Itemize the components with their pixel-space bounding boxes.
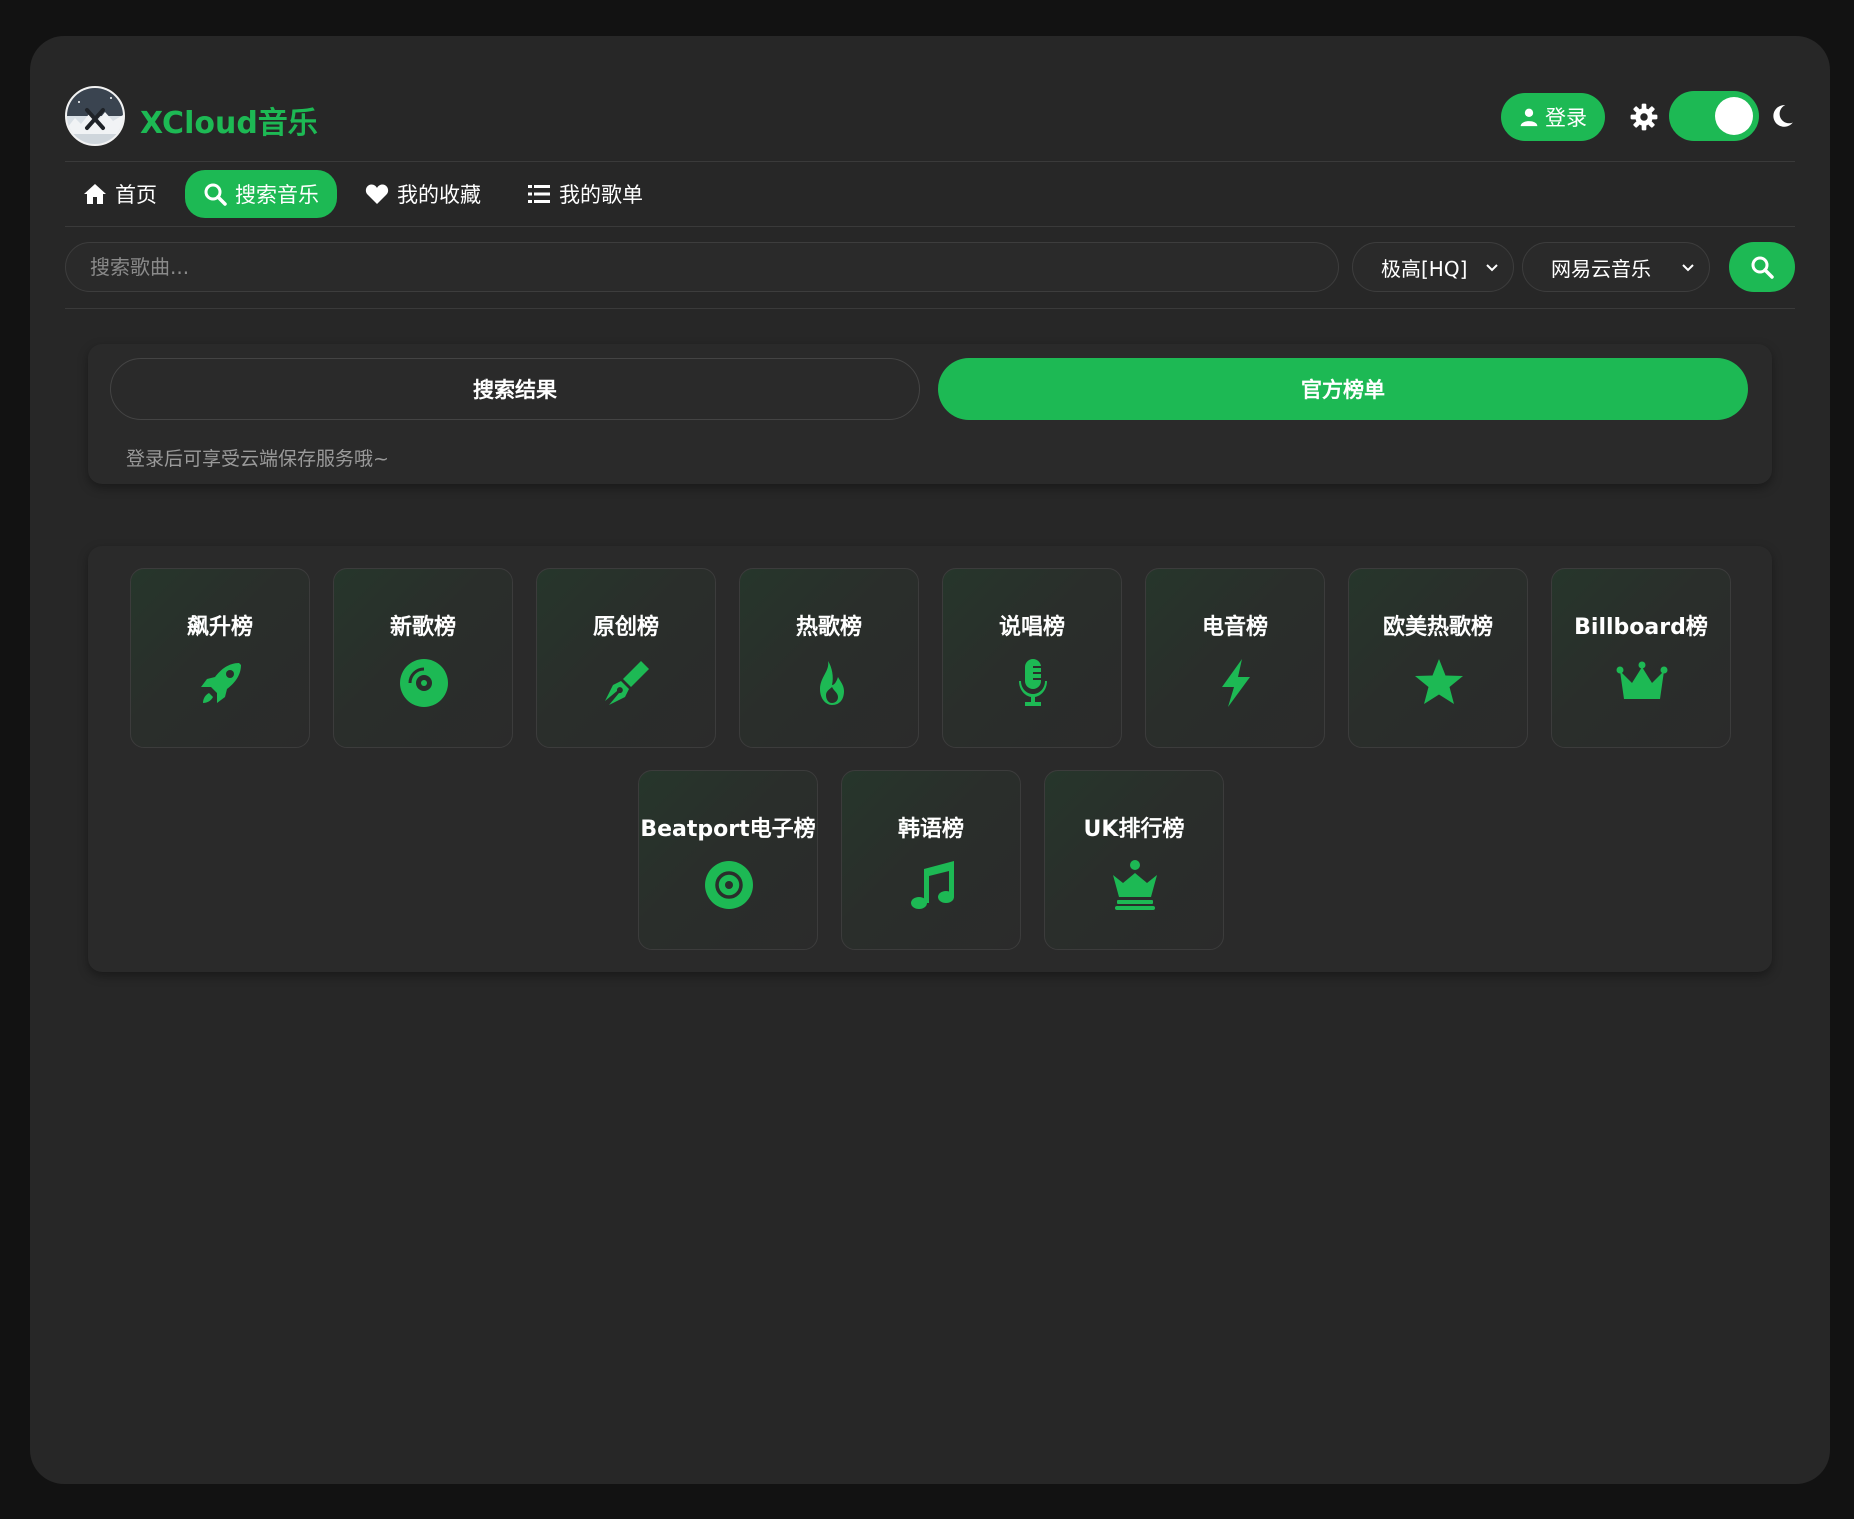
search-input[interactable] — [65, 242, 1339, 292]
chart-tile-soaring[interactable]: 飙升榜 — [130, 568, 310, 748]
chart-label: Billboard榜 — [1574, 615, 1708, 640]
list-icon — [528, 185, 550, 203]
chart-label: 原创榜 — [592, 615, 659, 640]
chart-tile-billboard[interactable]: Billboard榜 — [1551, 568, 1731, 748]
chart-tile-beatport[interactable]: Beatport电子榜 — [638, 770, 818, 950]
crown-icon — [1616, 657, 1668, 709]
app-logo[interactable] — [65, 86, 125, 146]
chart-label: Beatport电子榜 — [640, 817, 816, 842]
chart-tile-hot[interactable]: 热歌榜 — [739, 568, 919, 748]
gear-icon[interactable] — [1630, 103, 1658, 131]
moon-icon[interactable] — [1769, 103, 1795, 129]
source-select[interactable]: 网易云音乐 — [1522, 242, 1710, 292]
nav-label-playlists: 我的歌单 — [559, 183, 643, 207]
header: XCloud音乐 登录 — [65, 86, 1795, 148]
toggle-knob — [1715, 97, 1753, 135]
chart-tile-uk[interactable]: UK排行榜 — [1044, 770, 1224, 950]
nav-item-home[interactable]: 首页 — [65, 170, 175, 218]
quality-select[interactable]: 极高[HQ] — [1352, 242, 1514, 292]
chart-label: 新歌榜 — [389, 615, 456, 640]
home-icon — [84, 184, 106, 204]
search-icon — [1751, 256, 1774, 279]
chart-tile-electronic[interactable]: 电音榜 — [1145, 568, 1325, 748]
nav-label-home: 首页 — [115, 183, 157, 207]
nav-label-favorites: 我的收藏 — [397, 183, 481, 207]
chart-label: 欧美热歌榜 — [1382, 615, 1493, 640]
user-icon — [1520, 108, 1538, 127]
chess-queen-icon — [1109, 859, 1161, 911]
nav-item-search[interactable]: 搜索音乐 — [185, 170, 337, 218]
app-window: XCloud音乐 登录 首页 搜索音乐 我的收藏 我的歌单 搜索歌曲... 极高… — [30, 36, 1830, 1484]
chevron-down-icon — [1486, 264, 1498, 272]
chart-tile-western[interactable]: 欧美热歌榜 — [1348, 568, 1528, 748]
star-icon — [1413, 657, 1465, 709]
main-nav: 首页 搜索音乐 我的收藏 我的歌单 — [65, 170, 661, 218]
chart-label: 说唱榜 — [998, 615, 1065, 640]
nav-divider — [65, 226, 1795, 227]
charts-grid: 飙升榜 新歌榜 原创榜 热歌榜 说唱榜 电音榜 欧美热歌榜 Billboard榜… — [88, 546, 1772, 972]
logo-icon — [67, 88, 123, 144]
tab-search-results[interactable]: 搜索结果 — [110, 358, 920, 420]
search-button[interactable] — [1729, 242, 1795, 292]
app-title: XCloud音乐 — [140, 106, 318, 141]
pen-nib-icon — [601, 657, 653, 709]
login-label: 登录 — [1545, 106, 1587, 130]
search-bar: 极高[HQ] 网易云音乐 — [65, 242, 1795, 292]
chart-label: 热歌榜 — [795, 615, 862, 640]
chart-tile-new[interactable]: 新歌榜 — [333, 568, 513, 748]
tabs-card: 搜索结果 官方榜单 登录后可享受云端保存服务哦~ — [88, 344, 1772, 484]
chart-label: 韩语榜 — [897, 817, 964, 842]
chart-tile-korean[interactable]: 韩语榜 — [841, 770, 1021, 950]
login-button[interactable]: 登录 — [1501, 93, 1605, 141]
fire-icon — [804, 657, 856, 709]
chart-label: 飙升榜 — [186, 615, 253, 640]
chart-tile-rap[interactable]: 说唱榜 — [942, 568, 1122, 748]
record-icon — [703, 859, 755, 911]
search-icon — [204, 183, 227, 206]
source-value: 网易云音乐 — [1551, 256, 1651, 281]
compact-disc-icon — [398, 657, 450, 709]
nav-item-favorites[interactable]: 我的收藏 — [347, 170, 499, 218]
heart-icon — [365, 184, 389, 204]
chart-tile-original[interactable]: 原创榜 — [536, 568, 716, 748]
login-tip: 登录后可享受云端保存服务哦~ — [126, 448, 389, 470]
nav-label-search: 搜索音乐 — [235, 183, 319, 207]
search-divider — [65, 308, 1795, 309]
tab-official-charts[interactable]: 官方榜单 — [938, 358, 1748, 420]
chevron-down-icon — [1682, 264, 1694, 272]
chart-label: UK排行榜 — [1083, 817, 1185, 842]
bolt-icon — [1210, 657, 1262, 709]
chart-label: 电音榜 — [1201, 615, 1268, 640]
theme-toggle[interactable] — [1669, 91, 1759, 141]
rocket-icon — [195, 657, 247, 709]
quality-value: 极高[HQ] — [1381, 256, 1468, 281]
header-divider — [65, 161, 1795, 162]
microphone-icon — [1007, 657, 1059, 709]
music-note-icon — [906, 859, 958, 911]
nav-item-playlists[interactable]: 我的歌单 — [509, 170, 661, 218]
